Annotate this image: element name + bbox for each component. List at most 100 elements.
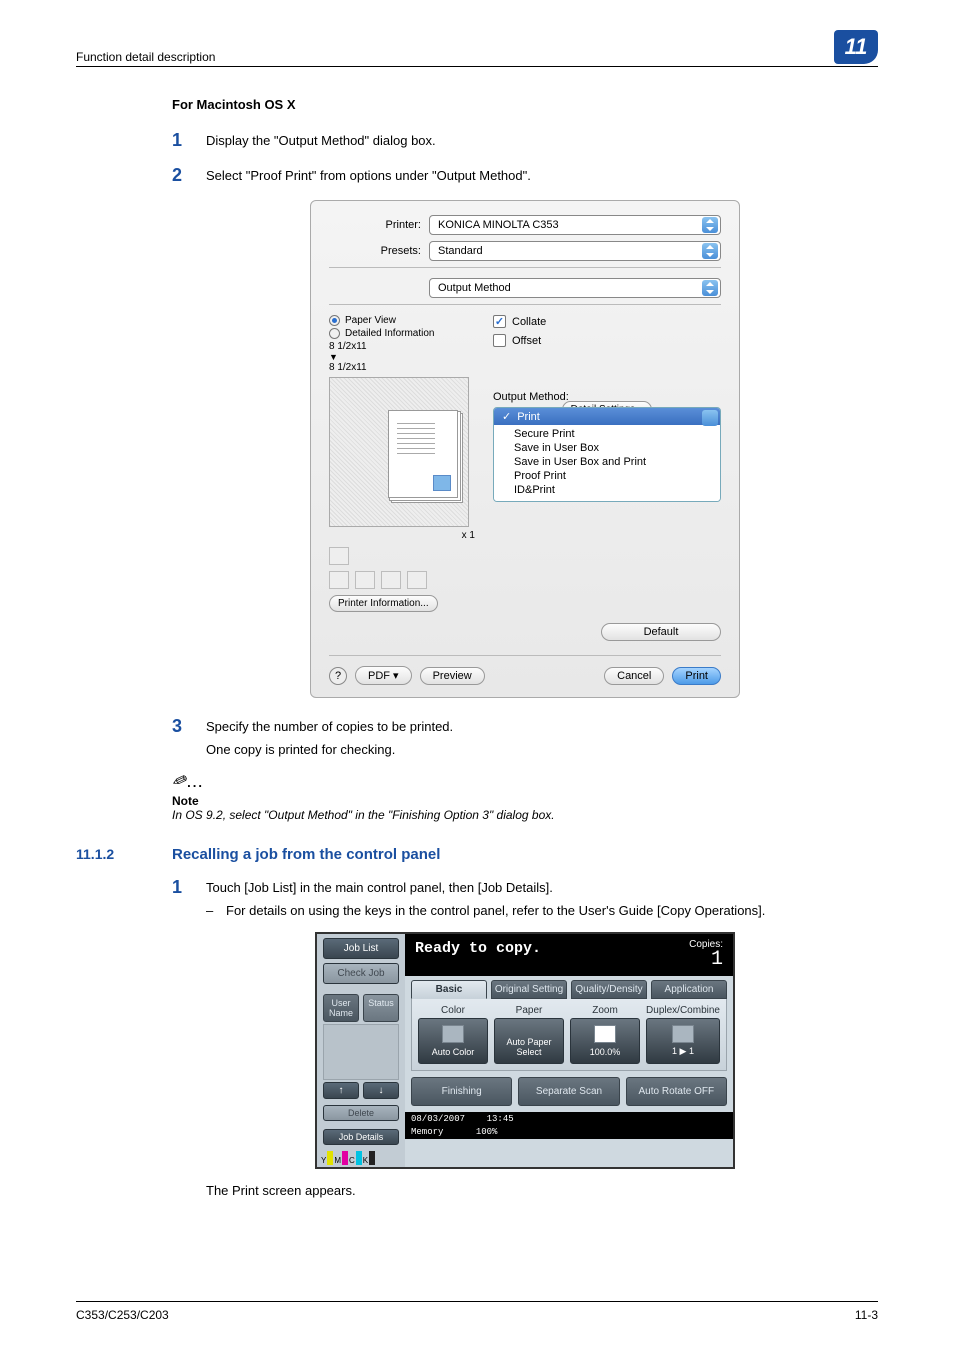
dash: – <box>206 903 226 918</box>
section-combo[interactable]: Output Method <box>429 278 721 298</box>
step-number: 2 <box>172 165 206 186</box>
mini-icon <box>329 547 349 565</box>
auto-rotate-button[interactable]: Auto Rotate OFF <box>626 1077 727 1106</box>
note-text: In OS 9.2, select "Output Method" in the… <box>172 808 878 822</box>
pdf-button[interactable]: PDF ▾ <box>355 666 412 685</box>
collate-checkbox[interactable] <box>493 315 506 328</box>
combo-arrows-icon <box>702 410 718 426</box>
job-details-button[interactable]: Job Details <box>323 1129 399 1145</box>
detailed-info-label: Detailed Information <box>345 328 435 339</box>
panel-title: Ready to copy. <box>415 940 541 957</box>
printer-information-button[interactable]: Printer Information... <box>329 595 438 612</box>
duplex-header: Duplex/Combine <box>646 1005 720 1016</box>
dropdown-option[interactable]: ID&Print <box>494 483 720 497</box>
note-icon: ✎ <box>169 769 190 794</box>
combo-arrows-icon <box>702 217 718 233</box>
step-text: Touch [Job List] in the main control pan… <box>206 880 765 895</box>
mini-icon <box>381 571 401 589</box>
toner-levels: Y M C K <box>317 1149 379 1167</box>
mini-toolbar <box>329 547 479 565</box>
step-number: 3 <box>172 716 206 737</box>
offset-checkbox[interactable] <box>493 334 506 347</box>
paper-view-label: Paper View <box>345 315 396 326</box>
mac-print-dialog: Printer: KONICA MINOLTA C353 Presets: St… <box>310 200 740 698</box>
dropdown-option[interactable]: Proof Print <box>494 469 720 483</box>
step-text: Display the "Output Method" dialog box. <box>206 130 436 148</box>
status-date: 08/03/2007 <box>411 1114 465 1124</box>
combo-arrows-icon <box>702 280 718 296</box>
paper-view-radio[interactable] <box>329 315 340 326</box>
control-panel-screenshot: Job List Check Job User Name Status ↑ ↓ <box>315 932 735 1169</box>
subsection-title: For Macintosh OS X <box>172 97 878 112</box>
status-memory-label: Memory <box>411 1127 443 1137</box>
chapter-number-badge: 11 <box>834 30 878 64</box>
copies-indicator: x 1 <box>329 527 479 541</box>
footer-page: 11-3 <box>855 1308 878 1322</box>
original-setting-tab[interactable]: Original Setting <box>491 980 567 999</box>
paper-button[interactable]: Auto Paper Select <box>494 1018 564 1064</box>
zoom-header: Zoom <box>570 1005 640 1016</box>
paper-size-text: 8 1/2x11 <box>329 362 479 373</box>
up-button[interactable]: ↑ <box>323 1082 359 1099</box>
paper-size-text: 8 1/2x11 <box>329 341 479 352</box>
copies-value: 1 <box>711 948 723 971</box>
down-button[interactable]: ↓ <box>363 1082 399 1099</box>
note-label: Note <box>172 794 878 808</box>
presets-value: Standard <box>438 245 483 257</box>
heading-number: 11.1.2 <box>76 846 172 862</box>
cancel-button[interactable]: Cancel <box>604 667 664 685</box>
step-subtext: For details on using the keys in the con… <box>226 903 765 918</box>
step-text: One copy is printed for checking. <box>206 742 453 757</box>
check-job-button[interactable]: Check Job <box>323 963 399 984</box>
presets-combo[interactable]: Standard <box>429 241 721 261</box>
username-tab[interactable]: User Name <box>323 994 359 1022</box>
footer-model: C353/C253/C203 <box>76 1308 169 1322</box>
mini-icon <box>407 571 427 589</box>
delete-button[interactable]: Delete <box>323 1105 399 1121</box>
finishing-button[interactable]: Finishing <box>411 1077 512 1106</box>
printer-combo[interactable]: KONICA MINOLTA C353 <box>429 215 721 235</box>
offset-label: Offset <box>512 335 541 347</box>
job-list-area <box>323 1024 399 1080</box>
collate-label: Collate <box>512 316 546 328</box>
section-value: Output Method <box>438 282 511 294</box>
color-header: Color <box>418 1005 488 1016</box>
header-section: Function detail description <box>76 50 215 64</box>
quality-density-tab[interactable]: Quality/Density <box>571 980 647 999</box>
basic-tab[interactable]: Basic <box>411 980 487 999</box>
status-memory-value: 100% <box>476 1127 498 1137</box>
note-dots: ... <box>187 775 204 790</box>
step-text: Specify the number of copies to be print… <box>206 719 453 734</box>
dropdown-option[interactable]: Save in User Box and Print <box>494 455 720 469</box>
application-tab[interactable]: Application <box>651 980 727 999</box>
paper-preview <box>329 377 469 527</box>
job-list-button[interactable]: Job List <box>323 938 399 959</box>
output-method-dropdown[interactable]: Print Secure Print Save in User Box Save… <box>493 407 721 502</box>
step-number: 1 <box>172 877 206 898</box>
dropdown-selected: Print <box>517 411 540 423</box>
separate-scan-button[interactable]: Separate Scan <box>518 1077 619 1106</box>
print-button[interactable]: Print <box>672 667 721 685</box>
mini-toolbar <box>329 571 479 589</box>
status-tab[interactable]: Status <box>363 994 399 1022</box>
printer-label: Printer: <box>329 219 429 231</box>
dropdown-option[interactable]: Save in User Box <box>494 441 720 455</box>
paper-header: Paper <box>494 1005 564 1016</box>
combo-arrows-icon <box>702 243 718 259</box>
presets-label: Presets: <box>329 245 429 257</box>
detailed-info-radio[interactable] <box>329 328 340 339</box>
color-button[interactable]: Auto Color <box>418 1018 488 1064</box>
mini-icon <box>329 571 349 589</box>
body-text: The Print screen appears. <box>206 1183 878 1198</box>
step-number: 1 <box>172 130 206 151</box>
preview-button[interactable]: Preview <box>420 667 485 685</box>
duplex-button[interactable]: 1 ▶ 1 <box>646 1018 720 1064</box>
printer-value: KONICA MINOLTA C353 <box>438 219 559 231</box>
heading-text: Recalling a job from the control panel <box>172 846 440 863</box>
mini-icon <box>355 571 375 589</box>
default-button[interactable]: Default <box>601 623 721 641</box>
dropdown-option[interactable]: Secure Print <box>494 427 720 441</box>
status-time: 13:45 <box>487 1114 514 1124</box>
zoom-button[interactable]: 100.0% <box>570 1018 640 1064</box>
help-button[interactable]: ? <box>329 667 347 685</box>
